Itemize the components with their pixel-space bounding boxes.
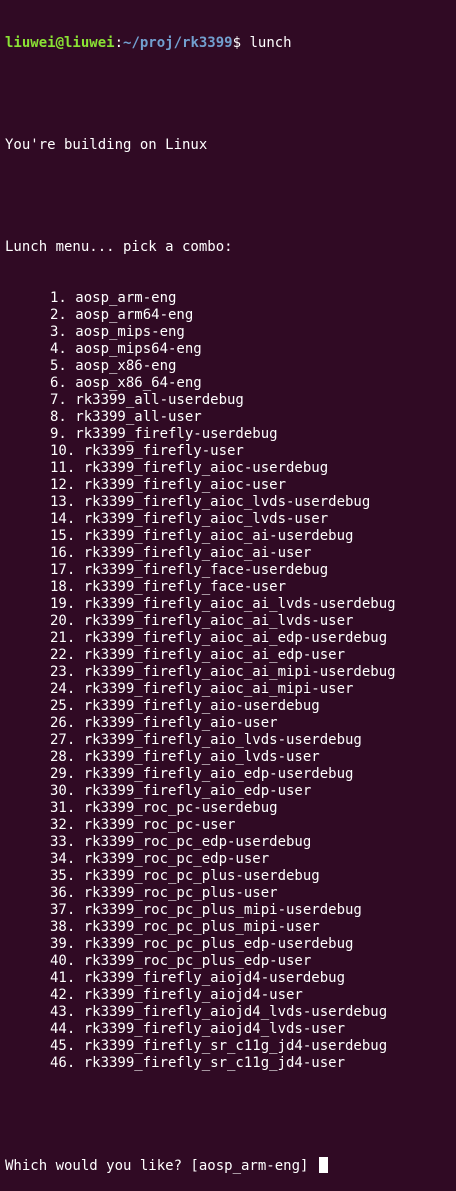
menu-item: 23. rk3399_firefly_aioc_ai_mipi-userdebu… [50, 664, 396, 680]
menu-item: 1. aosp_arm-eng [50, 290, 177, 306]
menu-item: 27. rk3399_firefly_aio_lvds-userdebug [50, 732, 362, 748]
menu-item: 37. rk3399_roc_pc_plus_mipi-userdebug [50, 902, 362, 918]
menu-item: 21. rk3399_firefly_aioc_ai_edp-userdebug [50, 630, 388, 646]
menu-item: 43. rk3399_firefly_aiojd4_lvds-userdebug [50, 1004, 388, 1020]
menu-item: 12. rk3399_firefly_aioc-user [50, 477, 287, 493]
menu-item: 45. rk3399_firefly_sr_c11g_jd4-userdebug [50, 1038, 388, 1054]
menu-item: 7. rk3399_all-userdebug [50, 392, 244, 408]
menu-item: 19. rk3399_firefly_aioc_ai_lvds-userdebu… [50, 596, 396, 612]
menu-item: 40. rk3399_roc_pc_plus_edp-user [50, 953, 312, 969]
menu-item: 31. rk3399_roc_pc-userdebug [50, 800, 278, 816]
text-cursor [318, 1157, 328, 1173]
menu-item: 6. aosp_x86_64-eng [50, 375, 202, 391]
menu-item: 42. rk3399_firefly_aiojd4-user [50, 987, 303, 1003]
input-prompt-line[interactable]: Which would you like? [aosp_arm-eng] [5, 1157, 456, 1174]
menu-item: 30. rk3399_firefly_aio_edp-user [50, 783, 312, 799]
menu-item: 10. rk3399_firefly-user [50, 443, 244, 459]
menu-item: 25. rk3399_firefly_aio-userdebug [50, 698, 320, 714]
build-message: You're building on Linux [5, 137, 208, 153]
menu-item: 34. rk3399_roc_pc_edp-user [50, 851, 270, 867]
terminal-window: { "prompt": { "user_host": "liuwei@liuwe… [0, 0, 456, 1174]
prompt-path: ~/proj/rk3399 [123, 35, 233, 51]
menu-item: 15. rk3399_firefly_aioc_ai-userdebug [50, 528, 354, 544]
prompt-symbol: $ [232, 35, 242, 51]
menu-item: 2. aosp_arm64-eng [50, 307, 194, 323]
prompt-command: lunch [241, 35, 292, 51]
menu-item: 3. aosp_mips-eng [50, 324, 185, 340]
menu-item: 13. rk3399_firefly_aioc_lvds-userdebug [50, 494, 371, 510]
menu-item: 35. rk3399_roc_pc_plus-userdebug [50, 868, 320, 884]
menu-item: 20. rk3399_firefly_aioc_ai_lvds-user [50, 613, 354, 629]
menu-item: 16. rk3399_firefly_aioc_ai-user [50, 545, 312, 561]
menu-item: 28. rk3399_firefly_aio_lvds-user [50, 749, 320, 765]
menu-item: 8. rk3399_all-user [50, 409, 202, 425]
menu-header: Lunch menu... pick a combo: [5, 239, 233, 255]
menu-item: 14. rk3399_firefly_aioc_lvds-user [50, 511, 329, 527]
terminal-output: liuwei@liuwei:~/proj/rk3399$ lunch You'r… [5, 1, 456, 1191]
menu-item: 24. rk3399_firefly_aioc_ai_mipi-user [50, 681, 354, 697]
menu-item: 41. rk3399_firefly_aiojd4-userdebug [50, 970, 346, 986]
menu-item: 5. aosp_x86-eng [50, 358, 177, 374]
menu-item: 18. rk3399_firefly_face-user [50, 579, 287, 595]
lunch-menu-list: 1. aosp_arm-eng 2. aosp_arm64-eng 3. aosp_… [5, 290, 456, 1072]
menu-item: 33. rk3399_roc_pc_edp-userdebug [50, 834, 312, 850]
prompt-line: liuwei@liuwei:~/proj/rk3399$ lunch [5, 35, 456, 52]
menu-item: 32. rk3399_roc_pc-user [50, 817, 236, 833]
menu-item: 38. rk3399_roc_pc_plus_mipi-user [50, 919, 320, 935]
prompt-separator: : [114, 35, 124, 51]
menu-item: 11. rk3399_firefly_aioc-userdebug [50, 460, 329, 476]
menu-item: 4. aosp_mips64-eng [50, 341, 202, 357]
menu-item: 22. rk3399_firefly_aioc_ai_edp-user [50, 647, 346, 663]
menu-item: 26. rk3399_firefly_aio-user [50, 715, 278, 731]
prompt-user-host: liuwei@liuwei [5, 35, 115, 51]
menu-item: 46. rk3399_firefly_sr_c11g_jd4-user [50, 1055, 346, 1071]
menu-item: 17. rk3399_firefly_face-userdebug [50, 562, 329, 578]
menu-item: 29. rk3399_firefly_aio_edp-userdebug [50, 766, 354, 782]
input-question: Which would you like? [aosp_arm-eng] [5, 1158, 317, 1174]
menu-item: 39. rk3399_roc_pc_plus_edp-userdebug [50, 936, 354, 952]
menu-item: 36. rk3399_roc_pc_plus-user [50, 885, 278, 901]
menu-item: 44. rk3399_firefly_aiojd4_lvds-user [50, 1021, 346, 1037]
menu-item: 9. rk3399_firefly-userdebug [50, 426, 278, 442]
